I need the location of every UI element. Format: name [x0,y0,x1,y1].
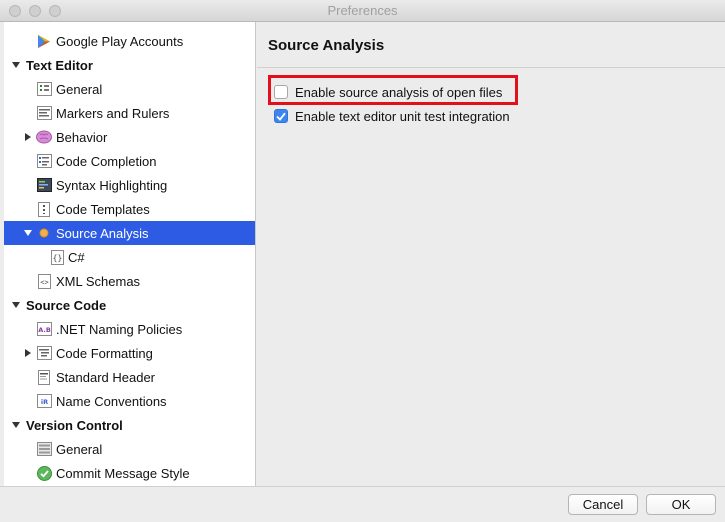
sidebar-item-label: .NET Naming Policies [56,321,183,337]
sidebar-item-label: Code Completion [56,153,157,169]
sidebar-item-label: Standard Header [56,369,156,385]
option-source-analysis[interactable]: Enable source analysis of open files [274,83,502,101]
sidebar-section-text-editor[interactable]: Text Editor [4,53,255,77]
sidebar-item-label: C# [68,249,85,265]
name-conventions-icon: iR [36,393,52,409]
brain-icon [36,129,52,145]
page-title: Source Analysis [268,37,385,54]
dot-icon [36,225,52,241]
disclosure-down-icon[interactable] [24,230,32,236]
formatting-icon [36,345,52,361]
sidebar-item-name-conventions[interactable]: iR Name Conventions [4,389,255,413]
braces-icon: {} [49,249,65,265]
sidebar-item-code-templates[interactable]: Code Templates [4,197,255,221]
dialog-footer: Cancel OK [0,486,725,522]
preferences-window: Preferences Google Play Accounts Text Ed… [0,0,725,522]
header-icon [36,369,52,385]
sidebar-item-label: Commit Message Style [56,465,190,481]
svg-text:iR: iR [40,398,47,406]
svg-text:A.B: A.B [38,326,51,334]
window-title: Preferences [327,3,398,18]
google-play-icon [36,33,52,49]
svg-text:<>: <> [40,278,48,286]
sidebar-item-label: Name Conventions [56,393,167,409]
sidebar-item-csharp[interactable]: {} C# [4,245,255,269]
svg-text:{}: {} [52,253,62,262]
sidebar-item-google-play-accounts[interactable]: Google Play Accounts [4,29,255,53]
disclosure-down-icon[interactable] [12,302,20,308]
checkmark-icon [276,112,286,121]
sidebar-item-net-naming-policies[interactable]: A.B .NET Naming Policies [4,317,255,341]
option-unit-test-integration[interactable]: Enable text editor unit test integration [274,107,510,125]
cancel-button[interactable]: Cancel [568,494,638,515]
disclosure-down-icon[interactable] [12,62,20,68]
source-analysis-checkbox[interactable] [274,85,288,99]
preferences-sidebar[interactable]: Google Play Accounts Text Editor General… [4,22,256,486]
sidebar-item-label: Syntax Highlighting [56,177,168,193]
sidebar-item-source-analysis[interactable]: Source Analysis [4,221,255,245]
sidebar-item-label: Source Analysis [56,225,149,241]
vc-general-icon [36,441,52,457]
sidebar-section-version-control[interactable]: Version Control [4,413,255,437]
templates-icon [36,201,52,217]
sidebar-item-label: Markers and Rulers [56,105,170,121]
settings-panel: Source Analysis Enable source analysis o… [257,22,725,486]
sidebar-item-behavior[interactable]: Behavior [4,125,255,149]
sidebar-item-label: Behavior [56,129,108,145]
sidebar-item-clipped [4,22,255,26]
sidebar-item-markers-and-rulers[interactable]: Markers and Rulers [4,101,255,125]
sidebar-item-label: General [56,81,103,97]
disclosure-down-icon[interactable] [12,422,20,428]
sidebar-item-label: Code Formatting [56,345,153,361]
disclosure-right-icon[interactable] [25,349,31,357]
sidebar-item-label: Google Play Accounts [56,33,184,49]
sidebar-section-label: Text Editor [26,57,93,73]
option-label: Enable text editor unit test integration [295,108,510,124]
syntax-icon [36,177,52,193]
general-icon [36,81,52,97]
sidebar-item-code-formatting[interactable]: Code Formatting [4,341,255,365]
sidebar-item-vc-general[interactable]: General [4,437,255,461]
commit-check-icon [36,465,52,481]
panel-header: Source Analysis [257,22,725,68]
sidebar-item-standard-header[interactable]: Standard Header [4,365,255,389]
sidebar-section-label: Version Control [26,417,123,433]
sidebar-item-label: Code Templates [56,201,150,217]
ok-button[interactable]: OK [646,494,716,515]
disclosure-right-icon[interactable] [25,133,31,141]
sidebar-section-label: Source Code [26,297,107,313]
markers-icon [36,105,52,121]
sidebar-item-label: XML Schemas [56,273,141,289]
sidebar-section-source-code[interactable]: Source Code [4,293,255,317]
sidebar-item-xml-schemas[interactable]: <> XML Schemas [4,269,255,293]
xml-icon: <> [36,273,52,289]
naming-icon: A.B [36,321,52,337]
sidebar-item-code-completion[interactable]: Code Completion [4,149,255,173]
title-bar: Preferences [0,0,725,22]
sidebar-item-commit-message-style[interactable]: Commit Message Style [4,461,255,485]
sidebar-item-syntax-highlighting[interactable]: Syntax Highlighting [4,173,255,197]
sidebar-item-general[interactable]: General [4,77,255,101]
sidebar-item-label: General [56,441,103,457]
code-completion-icon [36,153,52,169]
unit-test-integration-checkbox[interactable] [274,109,288,123]
option-label: Enable source analysis of open files [295,84,503,100]
